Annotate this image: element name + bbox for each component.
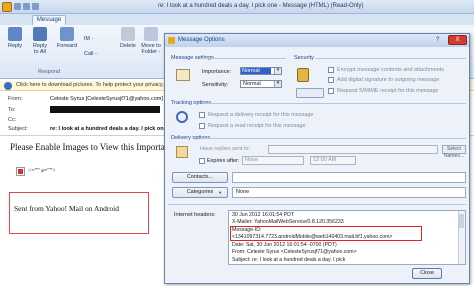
dialog-title: Message Options	[178, 37, 225, 43]
from-label: From:	[8, 96, 23, 102]
delete-icon	[121, 27, 135, 41]
im-button[interactable]: IM -	[84, 36, 93, 42]
headers-scrollbar-thumb[interactable]	[459, 214, 464, 228]
smime-receipt-checkbox[interactable]	[328, 88, 334, 94]
expires-time-input[interactable]: 12:00 AM	[310, 156, 356, 165]
signature-highlight-box	[9, 192, 149, 234]
security-settings-button[interactable]	[296, 88, 324, 98]
dialog-close-button[interactable]: X	[448, 35, 467, 45]
to-label: To:	[8, 107, 16, 113]
sensitivity-label: Sensitivity:	[202, 82, 229, 88]
dialog-app-icon	[168, 37, 175, 44]
importance-label: Importance:	[202, 69, 232, 75]
header-line: Subject: re: I look at a hundred deals a…	[232, 257, 346, 263]
body-broken-markup-text: <="" a="">	[28, 168, 56, 174]
tracking-icon	[176, 111, 188, 123]
encrypt-checkbox[interactable]	[328, 67, 334, 73]
contacts-button[interactable]: Contacts...	[172, 172, 228, 183]
redo-icon[interactable]	[32, 3, 39, 10]
header-line: X-Mailer: YahooMailWebService/0.8.120.35…	[232, 219, 344, 225]
internet-headers-label: Internet headers:	[174, 212, 216, 218]
contacts-input[interactable]	[232, 172, 466, 183]
forward-button[interactable]: Forward	[54, 27, 80, 49]
importance-selected-value[interactable]: Normal	[241, 68, 271, 74]
body-signature-text: Sent from Yahoo! Mail on Android	[14, 204, 119, 213]
ribbon-tab-strip	[0, 14, 474, 25]
body-enable-images-text: Please Enable Images to View this Import…	[10, 142, 170, 152]
tracking-options-divider	[202, 103, 466, 104]
reply-icon	[8, 27, 22, 41]
window-title: re: I look at a hundred deals a day. I p…	[158, 3, 364, 9]
security-divider	[316, 58, 466, 59]
read-receipt-checkbox[interactable]	[199, 123, 205, 129]
read-receipt-label: Request a read receipt for this message	[208, 123, 306, 129]
envelope-icon	[176, 69, 190, 81]
call-button[interactable]: Call -	[84, 51, 97, 57]
info-icon	[4, 82, 12, 90]
smime-receipt-label: Request S/MIME receipt for this message	[337, 88, 439, 94]
from-value[interactable]: Celeste Syrus [CelesteSyrusjf71@yahoo.co…	[50, 96, 163, 102]
expires-date-input[interactable]: None	[242, 156, 304, 165]
reply-all-icon	[33, 27, 47, 41]
broken-image-x-icon	[18, 169, 23, 174]
undo-icon[interactable]	[23, 3, 30, 10]
header-line: 30 Jun 2012 16:01:54 PDT	[232, 212, 295, 218]
outlook-logo-icon[interactable]	[2, 2, 12, 12]
quick-access-toolbar[interactable]	[14, 3, 54, 11]
help-button[interactable]: ?	[436, 37, 439, 43]
move-to-folder-button[interactable]: Move to Folder -	[140, 27, 162, 55]
tab-message[interactable]: Message	[32, 15, 66, 25]
have-replies-sent-to-label: Have replies sent to:	[200, 146, 251, 152]
expires-after-checkbox[interactable]	[199, 158, 205, 164]
security-heading: Security	[294, 55, 314, 61]
delivery-options-icon	[176, 146, 188, 158]
expires-after-label: Expires after:	[207, 158, 240, 164]
subject-label: Subject:	[8, 126, 28, 132]
digital-signature-checkbox[interactable]	[328, 77, 334, 83]
save-icon[interactable]	[14, 3, 21, 10]
message-id-highlight-box	[230, 226, 422, 241]
header-line: From: Celeste Syrus <CelesteSyrusjf71@ya…	[232, 249, 357, 255]
forward-icon	[60, 27, 74, 41]
message-settings-divider	[200, 58, 286, 59]
chevron-down-icon: ▾	[219, 190, 222, 195]
digital-signature-label: Add digital signature to outgoing messag…	[337, 77, 440, 83]
to-redacted-value	[50, 106, 160, 113]
reply-button[interactable]: Reply	[4, 27, 26, 49]
subject-value: re: I look at a hundred deals a day. I p…	[50, 126, 167, 132]
cc-label: Cc:	[8, 117, 17, 123]
chevron-down-icon[interactable]: ▾	[274, 81, 281, 87]
delivery-receipt-label: Request a delivery receipt for this mess…	[208, 112, 314, 118]
categories-input[interactable]: None	[232, 187, 466, 198]
lock-icon	[297, 68, 309, 82]
respond-group-label: Respond	[37, 69, 61, 75]
have-replies-sent-to-input[interactable]	[268, 145, 438, 154]
header-line: Date: Sat, 30 Jun 2012 16:01:54 -0700 (P…	[232, 242, 337, 248]
encrypt-label: Encrypt message contents and attachments	[337, 67, 445, 73]
close-button[interactable]: Close	[412, 268, 442, 279]
delete-button[interactable]: Delete	[118, 27, 138, 49]
select-names-button[interactable]: Select Names...	[442, 145, 466, 159]
dialog-divider	[168, 204, 466, 205]
delivery-options-divider	[200, 138, 466, 139]
reply-all-button[interactable]: Reply to All	[28, 27, 52, 55]
folder-icon	[144, 27, 158, 41]
delivery-receipt-checkbox[interactable]	[199, 112, 205, 118]
chevron-down-icon[interactable]: ▾	[274, 68, 281, 74]
